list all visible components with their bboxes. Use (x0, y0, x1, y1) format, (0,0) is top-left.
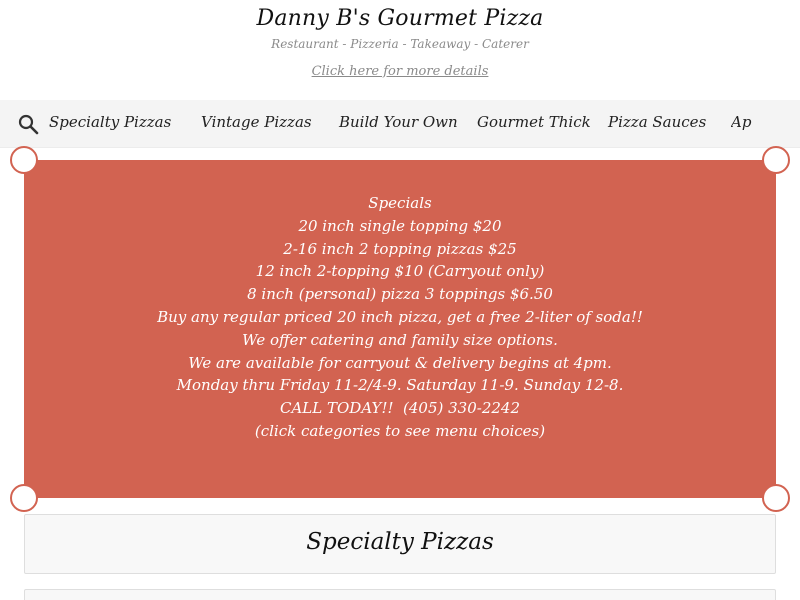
specials-banner: Specials 20 inch single topping $20 2-16… (10, 146, 790, 512)
specials-line: We are available for carryout & delivery… (188, 353, 612, 372)
category-specialty-pizzas[interactable]: Specialty Pizzas (49, 113, 171, 131)
specials-hours: Monday thru Friday 11-2/4-9. Saturday 11… (176, 376, 624, 395)
specials-heading: Specials (368, 194, 432, 212)
specials-line: 2-16 inch 2 topping pizzas $25 (283, 239, 517, 258)
section-title: Specialty Pizzas (306, 529, 494, 555)
category-nav: Specialty Pizzas Vintage Pizzas Build Yo… (0, 100, 800, 148)
category-appetizers-partial[interactable]: Ap (731, 113, 751, 131)
section-header-specialty-pizzas: Specialty Pizzas (24, 514, 776, 574)
category-build-your-own[interactable]: Build Your Own (339, 113, 458, 131)
specials-text: Specials 20 inch single topping $20 2-16… (24, 192, 776, 443)
site-header: Danny B's Gourmet Pizza Restaurant - Piz… (0, 0, 800, 100)
category-vintage-pizzas[interactable]: Vintage Pizzas (201, 113, 312, 131)
specials-hint: (click categories to see menu choices) (254, 421, 546, 440)
specials-line: 12 inch 2-topping $10 (Carryout only) (255, 262, 545, 281)
restaurant-tagline: Restaurant - Pizzeria - Takeaway - Cater… (271, 37, 529, 51)
category-gourmet-thick[interactable]: Gourmet Thick (477, 113, 591, 131)
corner-notch (10, 146, 38, 174)
specials-line: 20 inch single topping $20 (298, 216, 502, 235)
corner-notch (10, 484, 38, 512)
search-icon[interactable] (17, 113, 39, 135)
more-details-link[interactable]: Click here for more details (0, 64, 800, 79)
specials-line: We offer catering and family size option… (242, 330, 558, 349)
corner-notch (762, 146, 790, 174)
corner-notch (762, 484, 790, 512)
specials-phone: CALL TODAY!! (405) 330-2242 (279, 399, 521, 418)
restaurant-name: Danny B's Gourmet Pizza (256, 6, 544, 31)
specials-line: Buy any regular priced 20 inch pizza, ge… (157, 307, 643, 326)
category-overflow-clip: Ap (731, 113, 753, 135)
menu-item-card[interactable] (24, 589, 776, 600)
specials-line: 8 inch (personal) pizza 3 toppings $6.50 (247, 285, 553, 304)
category-pizza-sauces[interactable]: Pizza Sauces (608, 113, 706, 131)
